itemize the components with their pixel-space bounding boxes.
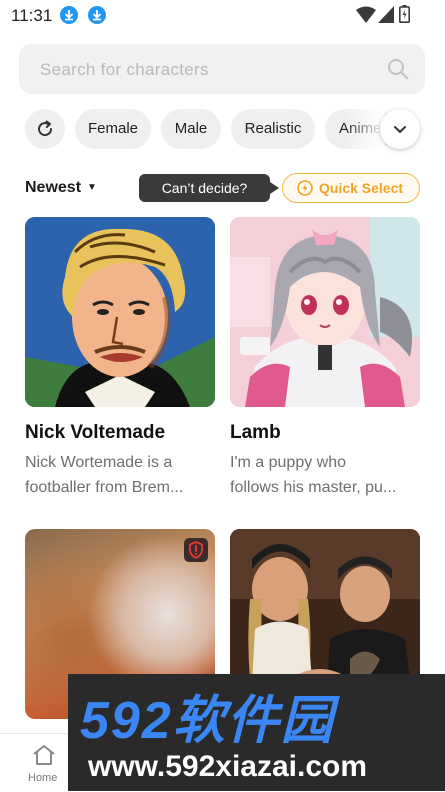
quick-select-label: Quick Select — [319, 180, 404, 196]
refresh-button[interactable] — [25, 109, 65, 149]
search-icon[interactable] — [387, 58, 409, 80]
character-description: follows his master, pu... — [230, 479, 397, 496]
filter-chip-realistic[interactable]: Realistic — [231, 109, 315, 149]
filter-chip-male[interactable]: Male — [161, 109, 221, 149]
signal-icon — [378, 6, 394, 23]
download-icon — [88, 6, 106, 24]
character-description: I'm a puppy who — [230, 454, 347, 471]
refresh-icon — [38, 120, 53, 137]
filter-chip-female[interactable]: Female — [75, 109, 151, 149]
watermark-url: www.592xiazai.com — [88, 750, 368, 783]
character-portrait — [25, 217, 215, 407]
search-bar[interactable]: Search for characters — [19, 44, 425, 94]
sort-dropdown[interactable]: Newest ▼ — [25, 179, 97, 197]
chevron-down-icon — [394, 126, 406, 133]
status-bar: 11:31 — [0, 0, 445, 30]
character-portrait — [230, 217, 420, 407]
watermark: 592软件园 www.592xiazai.com — [68, 674, 445, 791]
sort-label: Newest — [25, 179, 82, 196]
shield-icon[interactable] — [184, 538, 208, 562]
character-card-image[interactable] — [25, 217, 215, 407]
chip-fade — [345, 105, 385, 153]
watermark-logo: 592软件园 — [80, 692, 335, 750]
lightning-icon — [297, 180, 313, 196]
caret-down-icon: ▼ — [87, 182, 97, 193]
character-name[interactable]: Lamb — [230, 422, 281, 444]
home-icon — [33, 745, 55, 765]
character-name[interactable]: Nick Voltemade — [25, 422, 165, 444]
download-icon — [60, 6, 78, 24]
character-card-image[interactable] — [230, 217, 420, 407]
battery-icon — [399, 5, 410, 23]
status-time: 11:31 — [11, 6, 53, 25]
search-input[interactable]: Search for characters — [40, 60, 209, 80]
character-description: Nick Wortemade is a — [25, 454, 173, 471]
character-description: footballer from Brem... — [25, 479, 184, 496]
wifi-icon — [356, 6, 376, 23]
quick-select-button[interactable]: Quick Select — [282, 173, 420, 203]
more-filters-button[interactable] — [380, 109, 420, 149]
tooltip: Can’t decide? — [139, 174, 270, 202]
nav-home-label: Home — [28, 772, 58, 784]
tooltip-arrow — [270, 182, 279, 194]
